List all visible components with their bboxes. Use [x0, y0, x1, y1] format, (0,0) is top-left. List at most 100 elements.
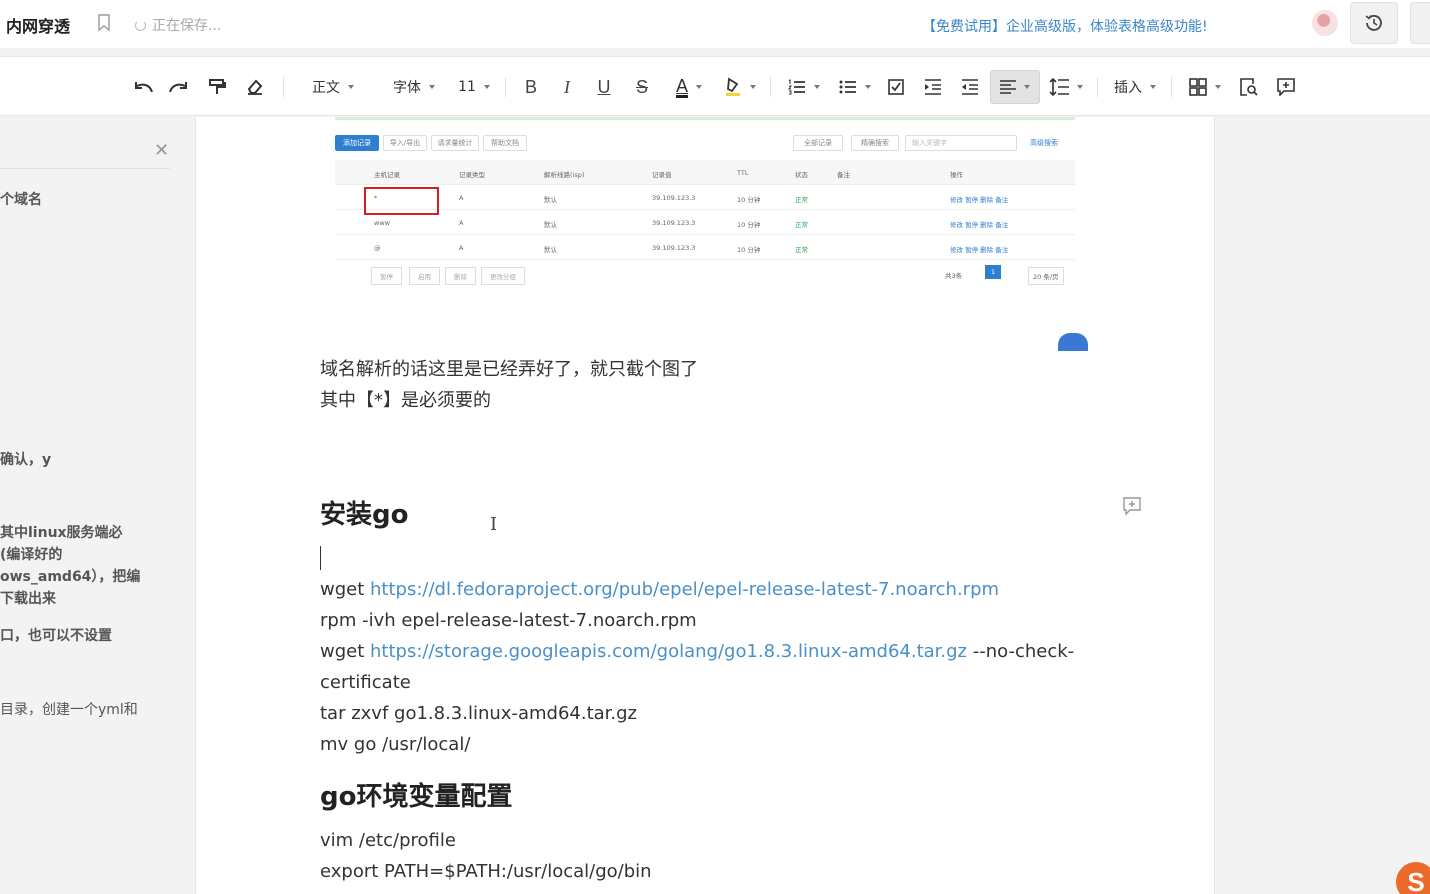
help-button: 帮助文档 — [483, 135, 527, 151]
code-line[interactable]: vim /etc/profile — [320, 825, 456, 856]
page-current: 1 — [985, 265, 1002, 279]
promo-link[interactable]: 【免费试用】企业高级版，体验表格高级功能! — [922, 16, 1208, 36]
outline-item[interactable]: 确认，y — [0, 449, 51, 471]
clear-format-button[interactable] — [243, 57, 267, 117]
row-line: 默认 — [544, 196, 557, 204]
italic-button[interactable]: I — [556, 57, 578, 117]
comment-icon — [1277, 78, 1295, 96]
enable-button: 启用 — [409, 267, 440, 285]
ime-logo-icon[interactable]: S — [1396, 862, 1430, 894]
line-spacing-button[interactable] — [1047, 57, 1085, 117]
toolbar-divider — [283, 77, 284, 97]
font-color-button[interactable]: A — [668, 57, 710, 117]
font-family-select[interactable]: 字体 — [383, 57, 445, 117]
command-text: wget — [320, 641, 371, 662]
outline-item[interactable]: 目录，创建一个yml和 — [0, 699, 138, 721]
link[interactable]: https://dl.fedoraproject.org/pub/epel/ep… — [370, 579, 999, 600]
code-line[interactable]: export PATH=$PATH:/usr/local/go/bin — [320, 856, 652, 887]
outdent-button[interactable] — [959, 57, 981, 117]
ordered-list-button[interactable] — [783, 57, 825, 117]
undo-button[interactable] — [130, 57, 156, 117]
redo-icon — [169, 82, 187, 93]
highlight-button[interactable] — [720, 57, 760, 117]
chevron-down-icon — [429, 85, 435, 89]
row-status: 正常 — [795, 196, 808, 204]
search-input: 输入关键字 — [905, 135, 1017, 151]
row-ttl: 10 分钟 — [737, 196, 761, 204]
chevron-down-icon — [348, 85, 354, 89]
find-replace-button[interactable] — [1238, 57, 1260, 117]
document-title[interactable]: 内网穿透 — [6, 13, 70, 37]
checklist-button[interactable] — [885, 57, 907, 117]
font-size-select[interactable]: 11 — [454, 57, 494, 117]
row-ops: 修改 暂停 删除 备注 — [950, 246, 1009, 254]
link[interactable]: https://storage.googleapis.com/golang/go… — [370, 641, 967, 662]
avatar[interactable] — [1312, 10, 1338, 36]
toolbar-divider — [1171, 77, 1172, 97]
paragraph-style-label: 正文 — [312, 80, 340, 96]
bold-button[interactable]: B — [520, 57, 542, 117]
checkbox-icon — [888, 79, 904, 95]
indent-button[interactable] — [922, 57, 944, 117]
font-color-icon: A — [675, 75, 688, 98]
outline-sidebar — [0, 117, 172, 894]
find-document-icon — [1240, 78, 1258, 96]
heading-install-go[interactable]: 安装go — [320, 494, 408, 531]
font-size-label: 11 — [458, 79, 476, 95]
line-spacing-icon — [1049, 78, 1069, 96]
toolbar-divider — [505, 77, 506, 97]
heading-go-env[interactable]: go环境变量配置 — [320, 776, 512, 813]
table-row: * A 默认 39.109.123.3 10 分钟 正常 修改 暂停 删除 备注 — [335, 185, 1075, 210]
highlight-box — [364, 187, 439, 215]
change-group-button: 更改分组 — [481, 267, 525, 285]
outline-item[interactable]: ows_amd64），把编 — [0, 566, 140, 588]
add-comment-button[interactable] — [1275, 57, 1297, 117]
align-button[interactable] — [990, 70, 1040, 104]
close-icon[interactable]: ✕ — [154, 140, 169, 161]
toolbar-divider — [770, 77, 771, 97]
redo-button[interactable] — [166, 57, 192, 117]
row-ttl: 10 分钟 — [737, 221, 761, 229]
outline-item[interactable]: 其中linux服务端必 — [0, 522, 123, 544]
paragraph[interactable]: 其中【*】是必须要的 — [320, 385, 491, 416]
insert-menu-label: 插入 — [1114, 80, 1142, 96]
format-painter-icon — [209, 79, 226, 94]
code-line[interactable]: mv go /usr/local/ — [320, 729, 470, 760]
text-caret — [320, 546, 321, 570]
underline-button[interactable]: U — [593, 57, 615, 117]
filter-select: 全部记录 — [793, 135, 843, 151]
table-insert-button[interactable] — [1186, 57, 1224, 117]
row-ops: 修改 暂停 删除 备注 — [950, 196, 1009, 204]
outline-item[interactable]: 下载出来 — [0, 588, 56, 610]
outline-item[interactable]: (编译好的 — [0, 544, 62, 566]
history-button[interactable] — [1350, 2, 1398, 44]
bookmark-icon[interactable] — [97, 14, 111, 32]
paragraph[interactable]: 域名解析的话这里是已经弄好了，就只截个图了 — [320, 354, 698, 385]
code-line[interactable]: wget https://dl.fedoraproject.org/pub/ep… — [320, 574, 999, 605]
paragraph-style-select[interactable]: 正文 — [302, 57, 364, 117]
sidebar-divider — [0, 168, 170, 169]
chevron-down-icon — [696, 85, 702, 89]
add-comment-icon[interactable] — [1122, 496, 1142, 520]
row-value: 39.109.123.3 — [652, 219, 696, 227]
format-painter-button[interactable] — [205, 57, 229, 117]
chevron-down-icon — [865, 85, 871, 89]
code-line[interactable]: rpm -ivh epel-release-latest-7.noarch.rp… — [320, 605, 697, 636]
code-line[interactable]: tar zxvf go1.8.3.linux-amd64.tar.gz — [320, 698, 637, 729]
font-family-label: 字体 — [393, 80, 421, 96]
row-status: 正常 — [795, 221, 808, 229]
floating-toggle-icon[interactable] — [1058, 333, 1088, 351]
outline-item[interactable]: 个域名 — [0, 189, 42, 211]
embedded-screenshot[interactable]: 添加记录 导入/导出 请求量统计 帮助文档 全部记录 精确搜索 输入关键字 高级… — [335, 117, 1075, 295]
outline-item[interactable]: 口，也可以不设置 — [0, 625, 112, 647]
command-text: wget — [320, 579, 371, 600]
insert-menu-button[interactable]: 插入 — [1111, 57, 1159, 117]
overflow-button[interactable] — [1410, 2, 1430, 44]
screenshot-top-strip — [335, 117, 1075, 120]
code-line[interactable]: wget https://storage.googleapis.com/gola… — [320, 636, 1074, 667]
strikethrough-button[interactable]: S — [631, 57, 653, 117]
row-ops: 修改 暂停 删除 备注 — [950, 221, 1009, 229]
chevron-down-icon — [1215, 85, 1221, 89]
bullet-list-button[interactable] — [834, 57, 876, 117]
code-line[interactable]: certificate — [320, 667, 411, 698]
